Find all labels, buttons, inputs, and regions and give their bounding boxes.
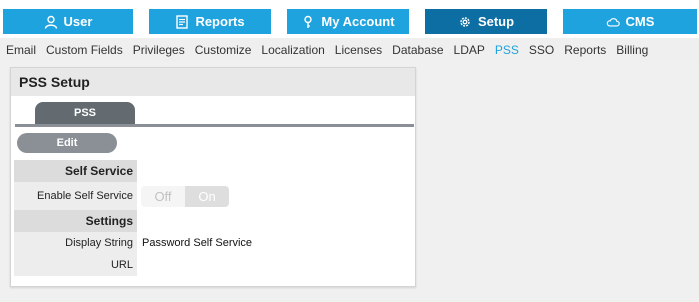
- display-string-value: Password Self Service: [142, 237, 253, 249]
- self-service-section-row: Self Service: [14, 160, 414, 182]
- key-icon: [304, 15, 313, 28]
- subnav-billing[interactable]: Billing: [611, 43, 653, 57]
- subnav-customize[interactable]: Customize: [190, 43, 257, 57]
- subnav-privileges[interactable]: Privileges: [128, 43, 190, 57]
- tab-pss[interactable]: PSS: [35, 102, 135, 124]
- top-navigation: User Reports My Account Setup CMS: [0, 0, 699, 40]
- tab-bar: PSS: [15, 102, 414, 127]
- subnav-localization[interactable]: Localization: [256, 43, 329, 57]
- subnav-custom-fields[interactable]: Custom Fields: [41, 43, 128, 57]
- subnav-pss[interactable]: PSS: [490, 43, 524, 57]
- cloud-icon: [606, 17, 620, 27]
- nav-my-account-button[interactable]: My Account: [287, 9, 409, 34]
- display-string-label: Display String: [14, 232, 137, 254]
- panel-title: PSS Setup: [11, 68, 415, 96]
- settings-section-label: Settings: [14, 210, 137, 232]
- nav-setup-button[interactable]: Setup: [425, 9, 547, 34]
- report-icon: [176, 14, 189, 29]
- nav-setup-label: Setup: [477, 14, 515, 29]
- url-row: URL: [14, 254, 414, 276]
- url-value: [137, 254, 414, 276]
- nav-reports-label: Reports: [195, 14, 245, 29]
- user-icon: [44, 15, 57, 29]
- subnav-ldap[interactable]: LDAP: [449, 43, 490, 57]
- display-string-row: Display String Password Self Service: [14, 232, 414, 254]
- subnav-licenses[interactable]: Licenses: [330, 43, 387, 57]
- nav-my-account-label: My Account: [321, 14, 395, 29]
- enable-self-service-row: Enable Self Service Off On: [14, 182, 414, 210]
- subnav-reports[interactable]: Reports: [559, 43, 611, 57]
- nav-user-label: User: [63, 14, 93, 29]
- settings-section-row: Settings: [14, 210, 414, 232]
- subnav-email[interactable]: Email: [0, 43, 41, 57]
- toggle-off-option[interactable]: Off: [141, 185, 185, 207]
- setup-subnav: Email Custom Fields Privileges Customize…: [0, 38, 699, 62]
- url-label: URL: [14, 254, 137, 276]
- pss-setup-panel: PSS Setup PSS Edit Self Service Enable S…: [10, 67, 416, 287]
- gear-icon: [460, 16, 470, 27]
- toggle-on-option[interactable]: On: [185, 185, 229, 207]
- subnav-sso[interactable]: SSO: [524, 43, 559, 57]
- nav-user-button[interactable]: User: [3, 9, 133, 34]
- enable-self-service-label: Enable Self Service: [14, 182, 137, 210]
- edit-button[interactable]: Edit: [17, 133, 117, 153]
- subnav-database[interactable]: Database: [387, 43, 448, 57]
- self-service-section-label: Self Service: [14, 160, 137, 182]
- nav-reports-button[interactable]: Reports: [149, 9, 271, 34]
- enable-self-service-toggle[interactable]: Off On: [141, 185, 229, 207]
- nav-cms-label: CMS: [625, 14, 655, 29]
- nav-cms-button[interactable]: CMS: [563, 9, 697, 34]
